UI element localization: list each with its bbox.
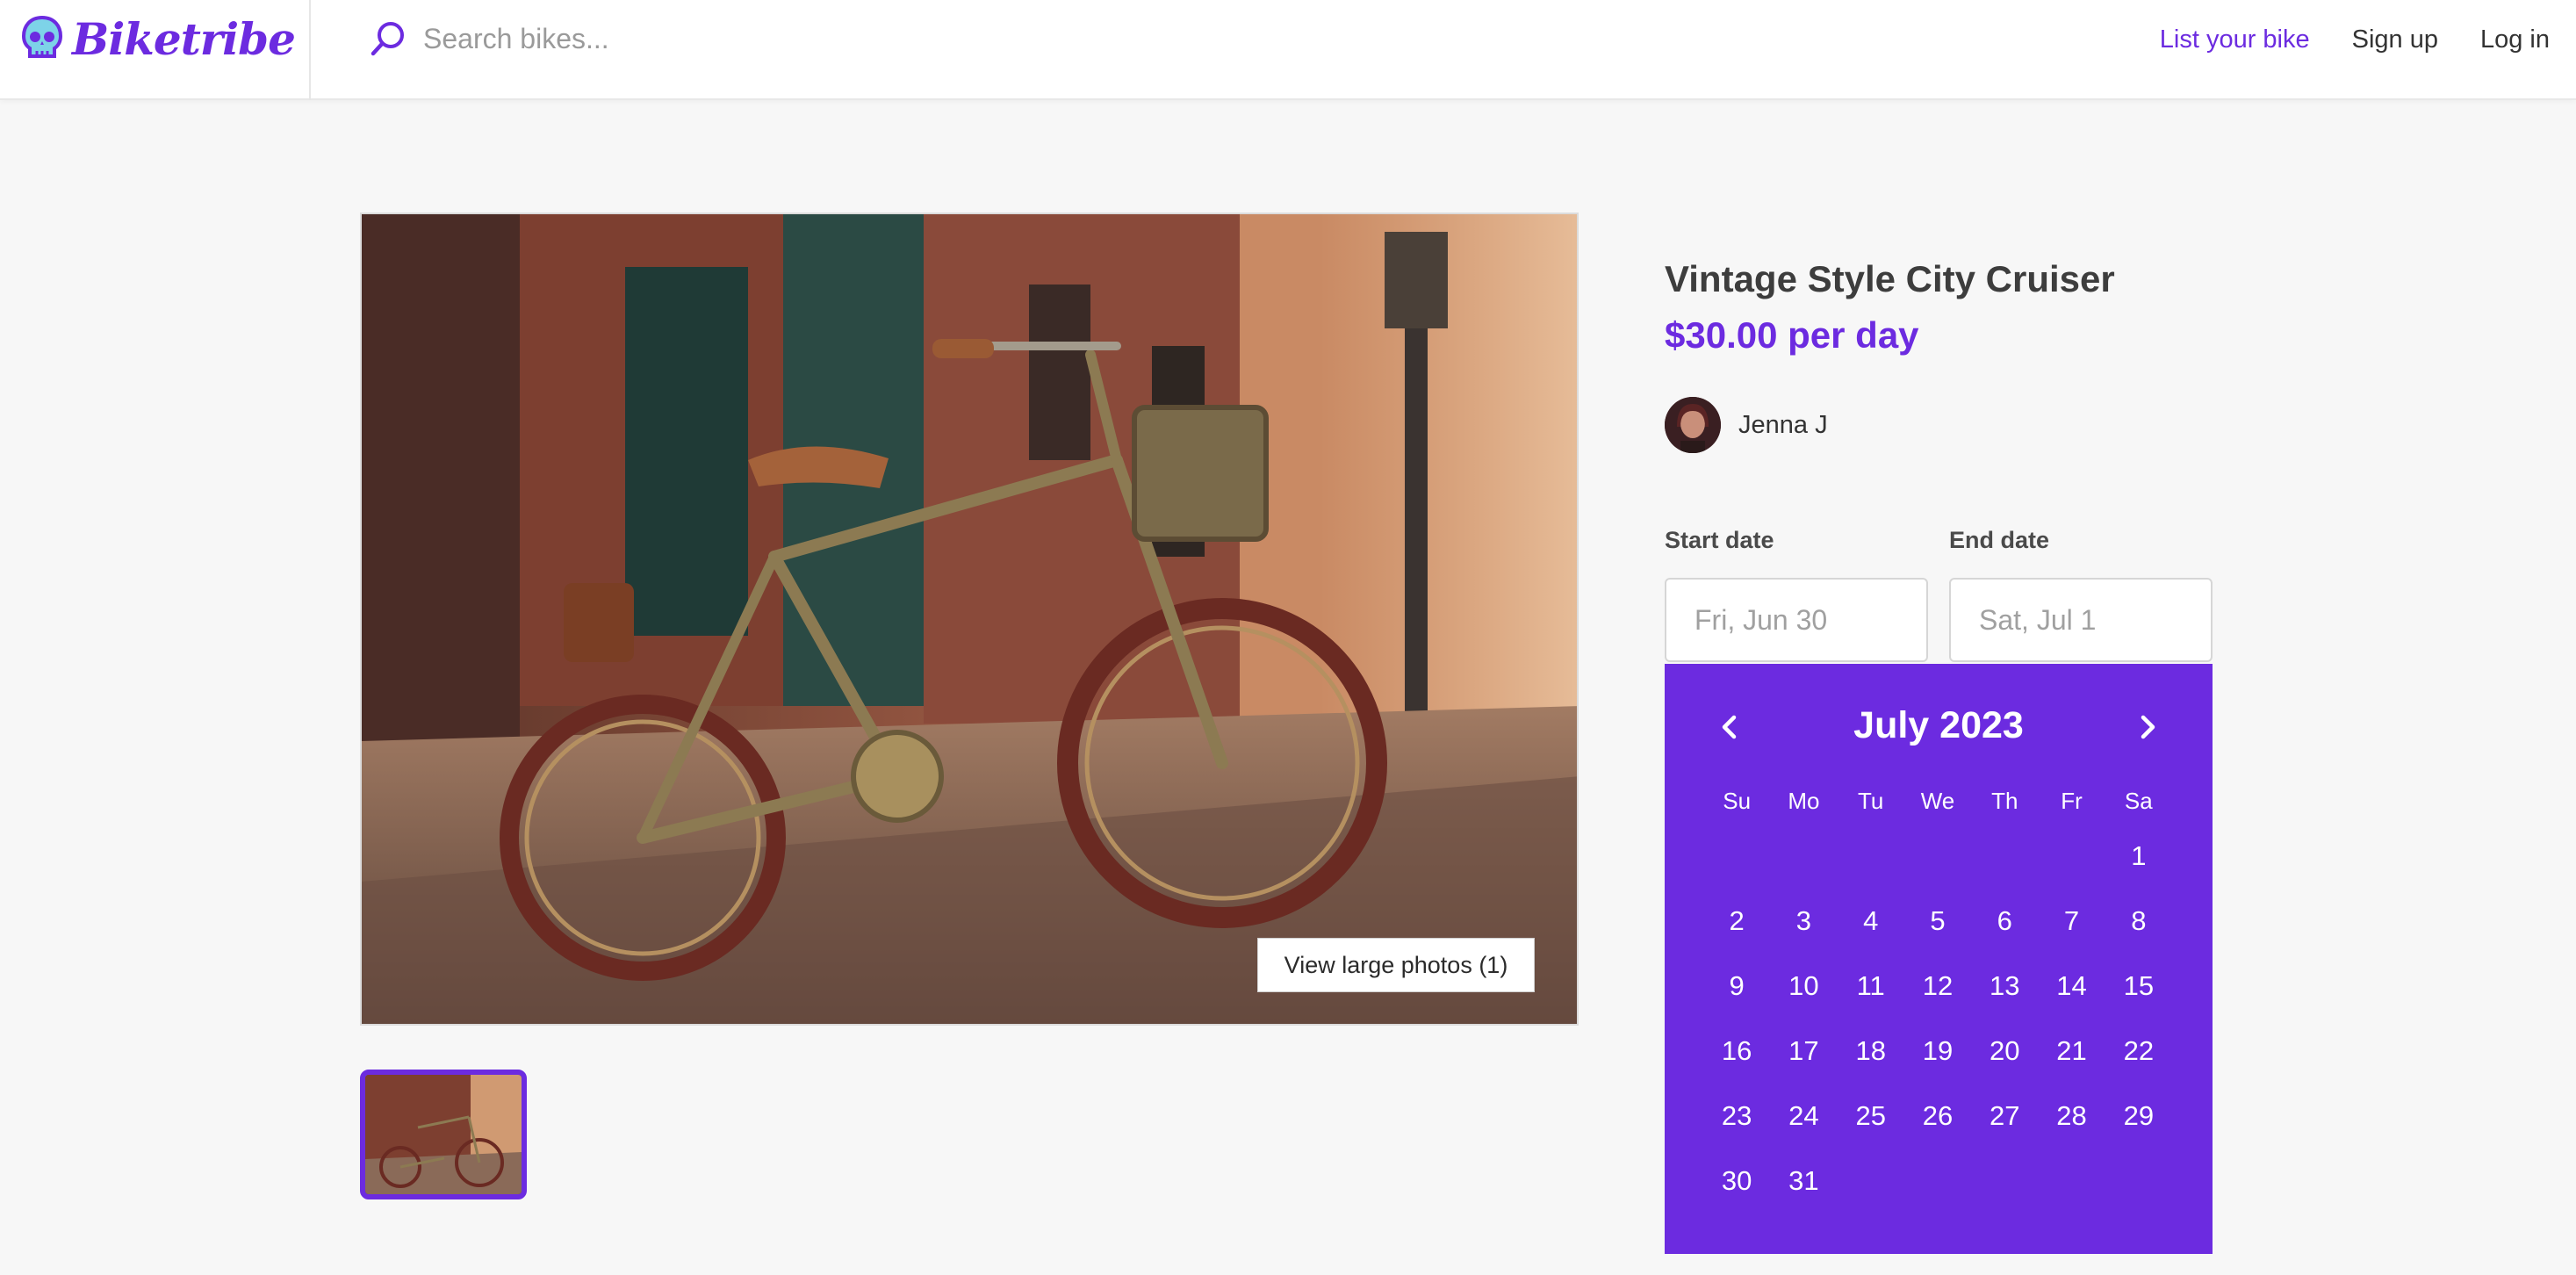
calendar-day[interactable]: 10: [1770, 970, 1837, 1002]
calendar-week-row: 16 17 18 19 20 21 22: [1703, 1019, 2172, 1084]
weekday-row: Su Mo Tu We Th Fr Sa: [1703, 778, 2172, 824]
calendar-day[interactable]: 29: [2105, 1100, 2172, 1132]
calendar-day[interactable]: 16: [1703, 1035, 1770, 1067]
calendar-day[interactable]: 22: [2105, 1035, 2172, 1067]
weekday-label: Tu: [1858, 787, 1884, 814]
header-divider: [309, 0, 311, 100]
calendar-day[interactable]: 19: [1904, 1035, 1971, 1067]
sign-up-link[interactable]: Sign up: [2352, 25, 2438, 54]
start-date-label: Start date: [1665, 527, 1774, 553]
search-input[interactable]: [423, 22, 1038, 55]
calendar-day[interactable]: 28: [2038, 1100, 2105, 1132]
chevron-right-icon: [2141, 715, 2155, 739]
calendar-day[interactable]: 25: [1838, 1100, 1904, 1132]
calendar-day[interactable]: 26: [1904, 1100, 1971, 1132]
thumbnail-image: [365, 1075, 522, 1194]
calendar-day[interactable]: 24: [1770, 1100, 1837, 1132]
end-date-label: End date: [1949, 527, 2050, 553]
calendar-day[interactable]: 6: [1971, 905, 2038, 937]
date-picker-calendar: July 2023 Su Mo Tu We Th Fr Sa 1 2 3 4 5 6 7 8 9 10 11 12…: [1665, 664, 2213, 1254]
calendar-day[interactable]: 23: [1703, 1100, 1770, 1132]
search-bar[interactable]: [369, 12, 1038, 65]
calendar-week-row: 30 31: [1703, 1149, 2172, 1214]
calendar-day[interactable]: 12: [1904, 970, 1971, 1002]
calendar-day[interactable]: 14: [2038, 970, 2105, 1002]
weekday-label: Su: [1723, 787, 1752, 814]
calendar-day[interactable]: 30: [1703, 1165, 1770, 1197]
calendar-week-row: 1: [1703, 824, 2172, 889]
start-date-field[interactable]: [1665, 578, 1928, 662]
next-month-button[interactable]: [2128, 708, 2167, 746]
weekday-label: Mo: [1788, 787, 1820, 814]
calendar-day[interactable]: 31: [1770, 1165, 1837, 1197]
weekday-label: Sa: [2124, 787, 2153, 814]
calendar-day[interactable]: 4: [1838, 905, 1904, 937]
calendar-grid: Su Mo Tu We Th Fr Sa 1 2 3 4 5 6 7 8 9 10 11 12 13 14 15 16 17…: [1703, 778, 2172, 1214]
photo-thumbnail[interactable]: [360, 1070, 527, 1199]
calendar-week-row: 2345678: [1703, 889, 2172, 954]
owner-name[interactable]: Jenna J: [1738, 411, 1828, 440]
search-icon: [371, 22, 404, 56]
calendar-day[interactable]: 15: [2105, 970, 2172, 1002]
weekday-label: Fr: [2061, 787, 2083, 814]
calendar-header: July 2023: [1665, 701, 2213, 753]
calendar-day[interactable]: 11: [1838, 970, 1904, 1002]
calendar-week-row: 23 24 25 26 27 28 29: [1703, 1084, 2172, 1149]
calendar-day[interactable]: 9: [1703, 970, 1770, 1002]
calendar-day[interactable]: 20: [1971, 1035, 2038, 1067]
bike-main-photo[interactable]: [360, 212, 1579, 1026]
end-date-field[interactable]: [1949, 578, 2213, 662]
skull-logo-icon: [21, 15, 63, 58]
calendar-day[interactable]: 1: [2105, 840, 2172, 872]
top-header: Biketribe List your bike Sign up Log in: [0, 0, 2576, 100]
calendar-day[interactable]: 18: [1838, 1035, 1904, 1067]
calendar-day[interactable]: 13: [1971, 970, 2038, 1002]
brand-logo[interactable]: Biketribe: [19, 11, 296, 67]
weekday-label: Th: [1991, 787, 2018, 814]
calendar-day[interactable]: 7: [2038, 905, 2105, 937]
list-your-bike-link[interactable]: List your bike: [2160, 25, 2310, 54]
calendar-day[interactable]: 2: [1703, 905, 1770, 937]
listing-price: $30.00 per day: [1665, 314, 1919, 356]
calendar-week-row: 9 10 11 12 13 14 15: [1703, 954, 2172, 1019]
weekday-label: We: [1920, 787, 1955, 814]
view-large-photos-button[interactable]: View large photos (1): [1257, 938, 1535, 992]
calendar-day[interactable]: 17: [1770, 1035, 1837, 1067]
owner-info[interactable]: Jenna J: [1665, 397, 1828, 453]
calendar-day[interactable]: 5: [1904, 905, 1971, 937]
calendar-day[interactable]: 3: [1770, 905, 1837, 937]
header-nav: List your bike Sign up Log in: [2160, 18, 2550, 61]
log-in-link[interactable]: Log in: [2480, 25, 2550, 54]
avatar[interactable]: [1665, 397, 1721, 453]
calendar-day[interactable]: 21: [2038, 1035, 2105, 1067]
logo-text: Biketribe: [72, 12, 296, 65]
calendar-day[interactable]: 8: [2105, 905, 2172, 937]
calendar-day[interactable]: 27: [1971, 1100, 2038, 1132]
listing-title: Vintage Style City Cruiser: [1665, 258, 2115, 299]
